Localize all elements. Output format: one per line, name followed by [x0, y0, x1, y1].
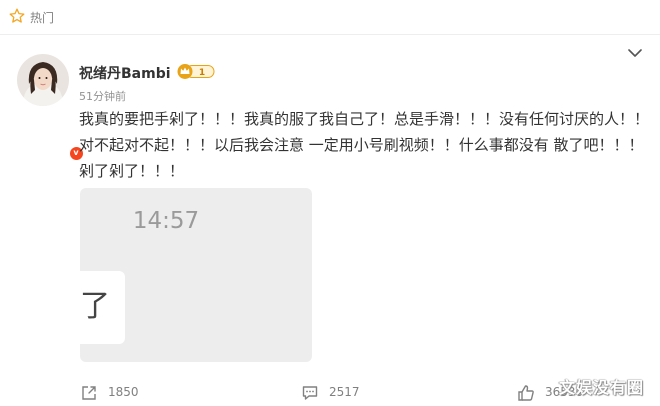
chat-bubble: 了 — [80, 271, 125, 344]
screenshot-clock: 14:57 — [132, 208, 200, 234]
username-link[interactable]: 祝绪丹Bambi — [79, 63, 171, 83]
vip-level: 1 — [199, 68, 205, 78]
avatar[interactable]: v — [17, 54, 84, 161]
top-bar: 热门 — [0, 0, 660, 35]
repost-count: 1850 — [108, 385, 139, 399]
watermark-text: 文娱没有圈 — [559, 378, 645, 397]
post-image[interactable]: 14:57 了 — [80, 188, 312, 362]
star-outline-icon — [9, 8, 25, 23]
chevron-down-icon[interactable] — [627, 47, 643, 59]
thumbs-up-icon — [518, 385, 534, 401]
comment-button[interactable]: 2517 — [301, 384, 371, 402]
section-label: 热门 — [30, 11, 55, 25]
vip-crown-badge[interactable]: 1 — [176, 63, 216, 80]
repost-button[interactable]: 1850 — [80, 384, 150, 402]
post-timestamp[interactable]: 51分钟前 — [79, 88, 126, 104]
avatar-image — [17, 54, 69, 106]
post-text: 我真的要把手剁了！！！我真的服了我自己了！总是手滑！！！没有任何讨厌的人！！对不… — [79, 110, 650, 180]
share-icon — [82, 386, 96, 400]
comment-count: 2517 — [329, 385, 360, 399]
chat-bubble-text: 了 — [80, 289, 110, 324]
comment-icon — [302, 386, 318, 400]
